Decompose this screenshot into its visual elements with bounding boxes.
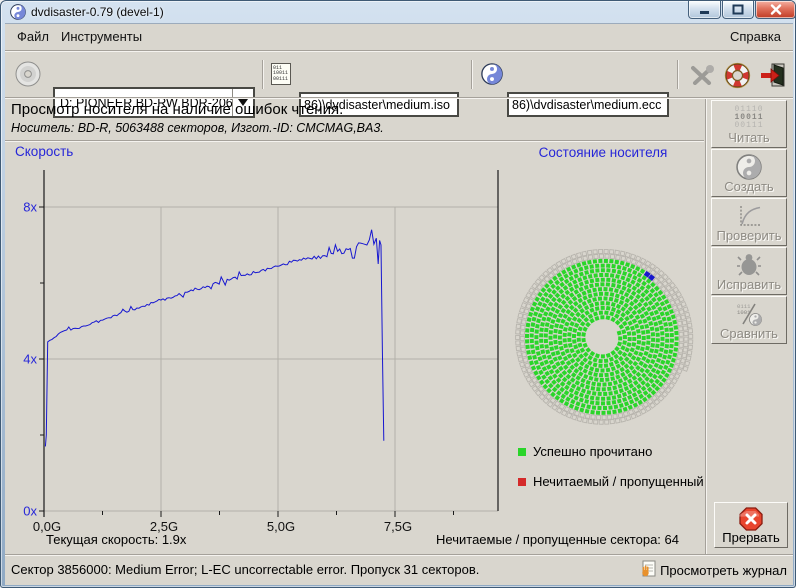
separator [5, 97, 793, 99]
media-state-title: Состояние носителя [505, 145, 701, 160]
button-label: Сравнить [720, 326, 778, 341]
menu-help[interactable]: Справка [726, 28, 785, 45]
log-link-label: Просмотреть журнал [660, 563, 787, 578]
close-button[interactable] [755, 1, 796, 19]
legend-label: Успешно прочитано [533, 444, 652, 459]
view-log-link[interactable]: Просмотреть журнал [640, 560, 787, 581]
button-label: Проверить [716, 228, 781, 243]
sidebar-create-button[interactable]: Создать [711, 149, 787, 197]
sidebar-fix-button[interactable]: Исправить [711, 247, 787, 295]
menu-file[interactable]: Файл [13, 28, 53, 45]
speed-chart-and-media-map: 0x4x8x0,0G2,5G5,0G7,5G [5, 142, 704, 554]
window-title: dvdisaster-0.79 (devel-1) [31, 5, 164, 19]
heading-subtitle: Носитель: BD-R, 5063488 секторов, Изгот.… [11, 121, 384, 135]
ecc-path-input[interactable] [507, 92, 669, 117]
menu-tools[interactable]: Инструменты [57, 28, 146, 45]
separator [471, 60, 473, 89]
legend-label: Нечитаемый / пропущенный [533, 474, 704, 489]
binary-line: 00111 [734, 122, 763, 130]
binary-read-icon: 01110 10011 00111 [712, 104, 786, 132]
maximize-button[interactable] [722, 1, 754, 19]
unreadable-swatch [518, 478, 526, 486]
minimize-button[interactable] [688, 1, 721, 19]
ecc-file-icon[interactable] [481, 63, 503, 90]
fix-bug-icon [712, 251, 786, 279]
button-label: Создать [724, 179, 773, 194]
sidebar-verify-button[interactable]: Проверить [711, 198, 787, 246]
media-map-spiral [516, 249, 693, 424]
current-speed-text: Текущая скорость: 1.9x [46, 532, 186, 547]
stop-icon [715, 505, 787, 533]
titlebar[interactable]: dvdisaster-0.79 (devel-1) [1, 1, 795, 23]
separator [262, 60, 264, 89]
log-page-icon [640, 560, 657, 581]
statusbar: Сектор 3856000: Medium Error; L-EC uncor… [5, 556, 793, 586]
help-lifering-icon[interactable] [724, 62, 751, 94]
heading-title: Просмотр носителя на наличие ошибок чтен… [11, 101, 343, 118]
button-label: Исправить [717, 277, 781, 292]
unreadable-count-text: Нечитаемые / пропущенные сектора: 64 [305, 532, 679, 547]
abort-button[interactable]: Прервать [714, 502, 788, 548]
verify-chart-icon [712, 202, 786, 230]
compare-icon: 0111 1001 [712, 300, 786, 328]
legend-item-read: Успешно прочитано [518, 444, 652, 459]
button-label: Читать [728, 130, 769, 145]
sidebar-read-button[interactable]: 01110 10011 00111 Читать [711, 100, 787, 148]
svg-text:8x: 8x [23, 200, 37, 215]
iso-file-icon[interactable]: 011 10011 00111 [271, 63, 291, 85]
app-icon [10, 4, 26, 25]
legend-item-unreadable: Нечитаемый / пропущенный [518, 474, 704, 489]
window: dvdisaster-0.79 (devel-1) Файл Инструмен… [0, 0, 796, 588]
speed-chart-title: Скорость [15, 144, 73, 159]
svg-text:0x: 0x [23, 504, 37, 519]
menubar: Файл Инструменты Справка [5, 24, 793, 50]
drive-icon [15, 61, 41, 92]
separator [705, 99, 707, 554]
sidebar-compare-button[interactable]: 0111 1001 Сравнить [711, 296, 787, 344]
svg-text:4x: 4x [23, 352, 37, 367]
yin-yang-icon [712, 153, 786, 181]
quit-exit-icon[interactable] [759, 62, 787, 93]
status-message: Сектор 3856000: Medium Error; L-EC uncor… [11, 562, 479, 577]
toolbar: D: PIONEER BD-RW BDR-206 1 011 10011 001… [5, 52, 793, 97]
client-area: Файл Инструменты Справка D: PIONEER BD-R… [5, 23, 793, 585]
read-swatch [518, 448, 526, 456]
preferences-tools-icon[interactable] [689, 64, 715, 93]
binary-line: 00111 [273, 77, 290, 83]
svg-text:5,0G: 5,0G [267, 519, 295, 534]
separator [677, 60, 679, 89]
